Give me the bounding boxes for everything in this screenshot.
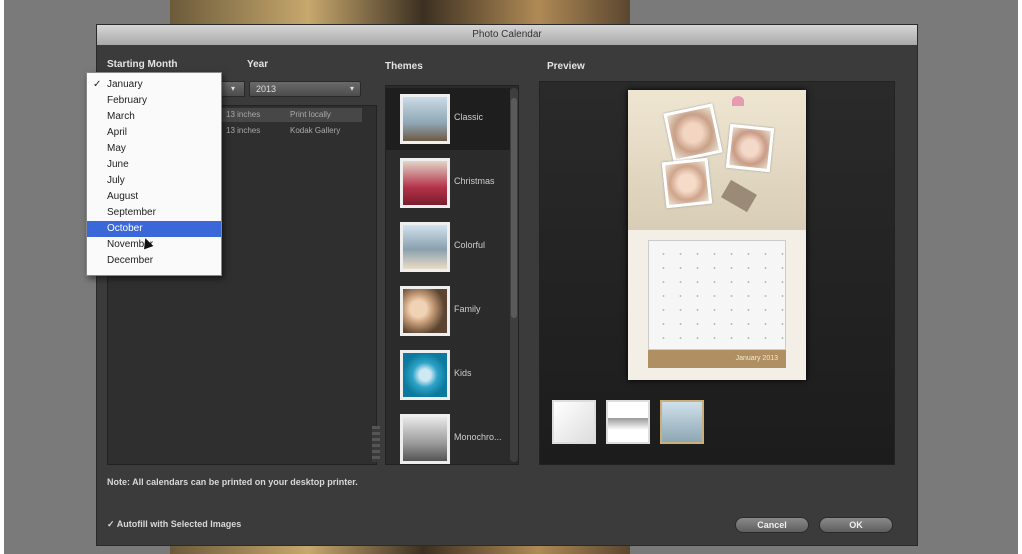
- menu-item-label: September: [107, 207, 156, 218]
- menu-item-label: February: [107, 95, 148, 106]
- theme-thumbnail: [400, 350, 450, 400]
- ok-button[interactable]: OK: [819, 517, 893, 533]
- window-title: Photo Calendar: [97, 25, 917, 45]
- menu-item-april[interactable]: April: [87, 125, 221, 141]
- preview-page-thumbnail[interactable]: [606, 400, 650, 444]
- theme-item-christmas[interactable]: Christmas: [386, 152, 510, 214]
- heart-icon: [732, 96, 744, 106]
- menu-item-may[interactable]: May: [87, 141, 221, 157]
- checkmark-icon: ✓: [93, 79, 102, 90]
- theme-item-classic[interactable]: Classic: [386, 88, 510, 150]
- year-select-value: 2013: [256, 84, 277, 94]
- themes-label: Themes: [385, 61, 423, 72]
- menu-item-july[interactable]: July: [87, 173, 221, 189]
- themes-list[interactable]: Classic Christmas Colorful Family Kids M…: [385, 85, 519, 465]
- year-label: Year: [247, 59, 269, 70]
- right-border: [1018, 0, 1022, 554]
- menu-item-label: May: [107, 143, 126, 154]
- menu-item-label: July: [107, 175, 125, 186]
- left-border: [0, 0, 4, 554]
- preview-page-thumbnail[interactable]: [552, 400, 596, 444]
- theme-item-family[interactable]: Family: [386, 280, 510, 342]
- theme-thumbnail: [400, 222, 450, 272]
- theme-name: Family: [454, 304, 481, 314]
- preview-area: January 2013: [539, 81, 895, 465]
- photo-frame: [661, 157, 713, 209]
- theme-name: Classic: [454, 112, 484, 122]
- menu-item-march[interactable]: March: [87, 109, 221, 125]
- theme-name: Monochro...: [454, 432, 502, 442]
- menu-item-september[interactable]: September: [87, 205, 221, 221]
- decoration-icon: [721, 179, 757, 213]
- theme-item-colorful[interactable]: Colorful: [386, 216, 510, 278]
- theme-thumbnail: [400, 286, 450, 336]
- menu-item-label: April: [107, 127, 128, 138]
- themes-scrollbar[interactable]: [510, 88, 518, 462]
- theme-name: Colorful: [454, 240, 486, 250]
- theme-thumbnail: [400, 414, 450, 464]
- printer-label: Print locally: [290, 110, 331, 119]
- size-label: 13 inches: [226, 110, 261, 119]
- month-select-caret[interactable]: ▾: [221, 81, 245, 97]
- menu-item-label: August: [107, 191, 139, 202]
- menu-item-january[interactable]: ✓ January: [87, 77, 221, 93]
- preview-label: Preview: [547, 61, 585, 72]
- checkmark-icon: ✓: [107, 519, 117, 529]
- menu-item-label: October: [107, 223, 143, 234]
- menu-item-december[interactable]: December: [87, 253, 221, 269]
- year-select[interactable]: 2013 ▾: [249, 81, 361, 97]
- calendar-photo-area: [628, 90, 806, 230]
- printer-label: Kodak Gallery: [290, 126, 341, 135]
- preview-page-thumbnail[interactable]: [660, 400, 704, 444]
- theme-thumbnail: [400, 158, 450, 208]
- menu-item-label: January: [107, 79, 143, 90]
- autofill-checkbox[interactable]: ✓ Autofill with Selected Images: [107, 519, 241, 530]
- calendar-preview-page: January 2013: [628, 90, 806, 380]
- menu-item-october[interactable]: October: [87, 221, 221, 237]
- resize-grip[interactable]: [372, 426, 380, 462]
- calendar-month-bar: January 2013: [648, 350, 786, 368]
- scrollbar-thumb[interactable]: [511, 98, 517, 318]
- cancel-button[interactable]: Cancel: [735, 517, 809, 533]
- menu-item-november[interactable]: November: [87, 237, 221, 253]
- menu-item-august[interactable]: August: [87, 189, 221, 205]
- theme-name: Christmas: [454, 176, 495, 186]
- theme-thumbnail: [400, 94, 450, 144]
- starting-month-menu[interactable]: ✓ January February March April May June J…: [86, 72, 222, 276]
- size-label: 13 inches: [226, 126, 261, 135]
- photo-frame: [725, 123, 775, 173]
- note-text: Note: All calendars can be printed on yo…: [107, 477, 358, 487]
- menu-item-february[interactable]: February: [87, 93, 221, 109]
- menu-item-label: December: [107, 255, 154, 266]
- starting-month-label: Starting Month: [107, 59, 178, 70]
- theme-item-kids[interactable]: Kids: [386, 344, 510, 406]
- menu-item-label: June: [107, 159, 129, 170]
- theme-name: Kids: [454, 368, 472, 378]
- theme-item-monochrome[interactable]: Monochro...: [386, 408, 510, 470]
- chevron-down-icon: ▾: [349, 84, 354, 93]
- photo-frame: [663, 103, 723, 163]
- autofill-label: Autofill with Selected Images: [116, 519, 242, 529]
- menu-item-label: March: [107, 111, 135, 122]
- menu-item-june[interactable]: June: [87, 157, 221, 173]
- calendar-grid: [648, 240, 786, 350]
